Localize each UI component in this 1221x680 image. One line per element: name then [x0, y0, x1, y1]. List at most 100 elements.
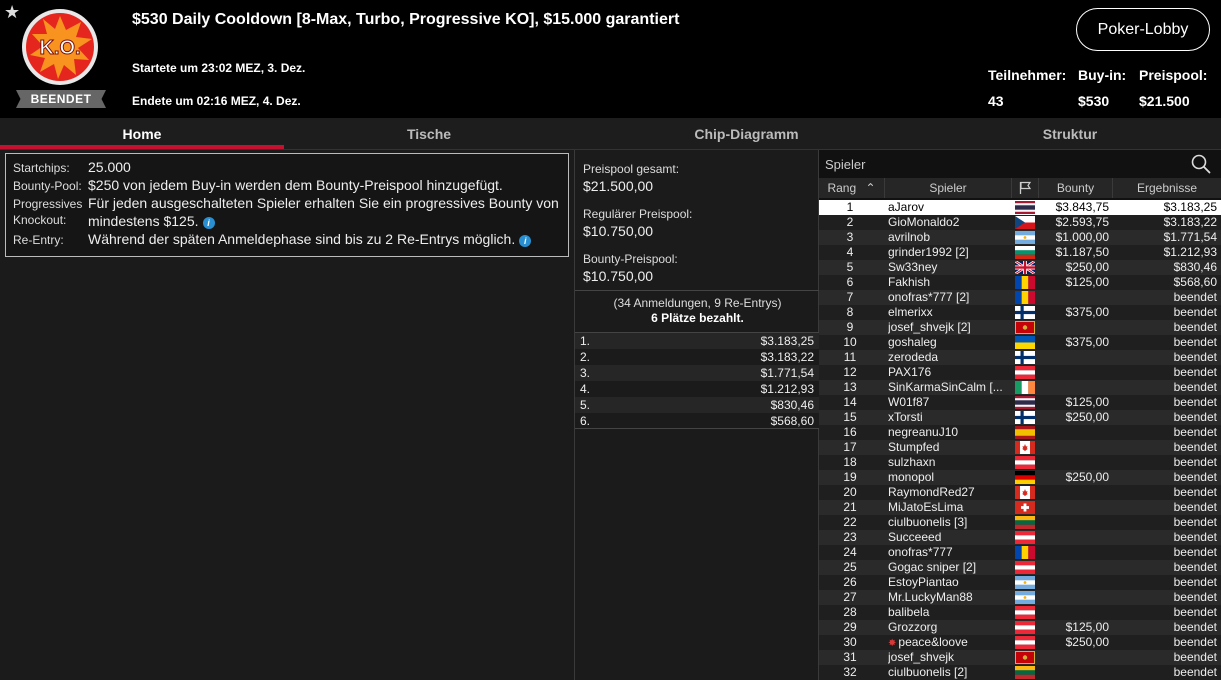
- status-badge: BEENDET: [16, 90, 106, 108]
- table-row[interactable]: 16 negreanuJ10 beendet: [819, 425, 1221, 440]
- prize-pool-panel: Preispool gesamt: $21.500,00 Regulärer P…: [574, 150, 820, 680]
- table-row[interactable]: 32 ciulbuonelis [2] beendet: [819, 665, 1221, 680]
- table-row[interactable]: 6 Fakhish $125,00 $568,60: [819, 275, 1221, 290]
- table-row[interactable]: 18 sulzhaxn beendet: [819, 455, 1221, 470]
- player-result: beendet: [1173, 590, 1217, 604]
- table-row[interactable]: 29 Grozzorg $125,00 beendet: [819, 620, 1221, 635]
- player-search-input[interactable]: [825, 154, 1185, 174]
- payout-amount: $1.771,54: [760, 366, 814, 380]
- payout-amount: $568,60: [770, 414, 814, 428]
- player-result: beendet: [1173, 485, 1217, 499]
- tab-chip-chart[interactable]: Chip-Diagramm: [574, 118, 919, 150]
- registrations-text: (34 Anmeldungen, 9 Re-Entrys): [613, 296, 782, 310]
- table-row[interactable]: 2 GioMonaldo2 $2.593,75 $3.183,22: [819, 215, 1221, 230]
- player-name: elmerixx: [888, 305, 933, 319]
- column-rank-label: Rang: [827, 181, 857, 195]
- table-row[interactable]: 24 onofras*777 beendet: [819, 545, 1221, 560]
- player-name: RaymondRed27: [888, 485, 975, 499]
- table-row[interactable]: 28 balibela beendet: [819, 605, 1221, 620]
- table-row[interactable]: 23 Succeeed beendet: [819, 530, 1221, 545]
- player-table-header: Rang ⌃ Spieler Bounty Ergebnisse: [819, 178, 1221, 198]
- table-row[interactable]: 4 grinder1992 [2] $1.187,50 $1.212,93: [819, 245, 1221, 260]
- info-label: Bounty-Pool:: [13, 179, 82, 193]
- table-row[interactable]: 7 onofras*777 [2] beendet: [819, 290, 1221, 305]
- tab-structure[interactable]: Struktur: [919, 118, 1221, 150]
- table-row[interactable]: 27 Mr.LuckyMan88 beendet: [819, 590, 1221, 605]
- column-flag[interactable]: [1012, 178, 1039, 198]
- table-row[interactable]: 30 ✸ peace&loove $250,00 beendet: [819, 635, 1221, 650]
- player-flag: [1015, 456, 1035, 469]
- player-bounty: $125,00: [1065, 620, 1109, 634]
- country-flag-icon: [1015, 531, 1035, 544]
- favorite-star-icon[interactable]: ★: [4, 2, 20, 22]
- country-flag-icon: [1015, 396, 1035, 409]
- table-row[interactable]: 14 W01f87 $125,00 beendet: [819, 395, 1221, 410]
- player-bounty: $1.000,00: [1055, 230, 1109, 244]
- knockout-badge-icon: K.O.: [22, 9, 98, 85]
- info-label: Progressives Knockout:: [13, 197, 83, 227]
- table-row[interactable]: 13 SinKarmaSinCalm [... beendet: [819, 380, 1221, 395]
- table-row[interactable]: 25 Gogac sniper [2] beendet: [819, 560, 1221, 575]
- table-row[interactable]: 19 monopol $250,00 beendet: [819, 470, 1221, 485]
- stat-label: Buy-in:: [1078, 67, 1127, 83]
- player-name-cell: MiJatoEsLima: [888, 500, 1012, 515]
- payout-row: 6. $568,60: [575, 413, 820, 429]
- tab-tables[interactable]: Tische: [284, 118, 574, 150]
- player-result: beendet: [1173, 665, 1217, 679]
- player-rank: 6: [846, 275, 854, 289]
- table-row[interactable]: 20 RaymondRed27 beendet: [819, 485, 1221, 500]
- player-flag: [1015, 516, 1035, 529]
- player-bounty: $250,00: [1065, 470, 1109, 484]
- column-player[interactable]: Spieler: [885, 178, 1012, 198]
- player-rank: 10: [843, 335, 857, 349]
- column-rank[interactable]: Rang ⌃: [819, 178, 885, 198]
- player-rank: 17: [843, 440, 857, 454]
- table-row[interactable]: 8 elmerixx $375,00 beendet: [819, 305, 1221, 320]
- info-row-startchips: Startchips: 25.000: [6, 158, 568, 176]
- info-icon[interactable]: i: [519, 235, 532, 247]
- sort-asc-icon: ⌃: [865, 181, 876, 195]
- player-name-cell: W01f87: [888, 395, 1012, 410]
- table-row[interactable]: 17 Stumpfed beendet: [819, 440, 1221, 455]
- column-bounty[interactable]: Bounty: [1039, 178, 1113, 198]
- payout-place: 4.: [580, 382, 591, 396]
- table-row[interactable]: 5 Sw33ney $250,00 $830,46: [819, 260, 1221, 275]
- player-rank: 5: [846, 260, 854, 274]
- player-result: beendet: [1173, 305, 1217, 319]
- search-icon[interactable]: [1191, 154, 1211, 174]
- poker-lobby-button[interactable]: Poker-Lobby: [1076, 8, 1210, 51]
- player-name-cell: Mr.LuckyMan88: [888, 590, 1012, 605]
- player-name: Gogac sniper [2]: [888, 560, 977, 574]
- player-name: Succeeed: [888, 530, 942, 544]
- country-flag-icon: [1015, 546, 1035, 559]
- table-row[interactable]: 12 PAX176 beendet: [819, 365, 1221, 380]
- info-row-reentry: Re-Entry: Während der späten Anmeldephas…: [6, 230, 568, 248]
- country-flag-icon: [1015, 651, 1035, 664]
- player-result: beendet: [1173, 575, 1217, 589]
- tournament-info-box: Startchips: 25.000 Bounty-Pool: $250 von…: [5, 153, 569, 257]
- player-result: beendet: [1173, 530, 1217, 544]
- table-row[interactable]: 22 ciulbuonelis [3] beendet: [819, 515, 1221, 530]
- info-value: 25.000: [88, 159, 131, 175]
- player-result: beendet: [1173, 425, 1217, 439]
- player-rank: 21: [843, 500, 857, 514]
- table-row[interactable]: 9 josef_shvejk [2] beendet: [819, 320, 1221, 335]
- player-result: beendet: [1173, 605, 1217, 619]
- payout-row: 3. $1.771,54: [575, 365, 820, 381]
- table-row[interactable]: 15 xTorsti $250,00 beendet: [819, 410, 1221, 425]
- country-flag-icon: [1015, 636, 1035, 649]
- table-row[interactable]: 3 avrilnob $1.000,00 $1.771,54: [819, 230, 1221, 245]
- table-row[interactable]: 31 josef_shvejk beendet: [819, 650, 1221, 665]
- player-name: ciulbuonelis [3]: [888, 515, 968, 529]
- table-row[interactable]: 21 MiJatoEsLima beendet: [819, 500, 1221, 515]
- column-results[interactable]: Ergebnisse: [1113, 178, 1221, 198]
- table-row[interactable]: 26 EstoyPiantao beendet: [819, 575, 1221, 590]
- table-row[interactable]: 10 goshaleg $375,00 beendet: [819, 335, 1221, 350]
- table-row[interactable]: 11 zerodeda beendet: [819, 350, 1221, 365]
- player-rank: 7: [846, 290, 854, 304]
- country-flag-icon: [1015, 276, 1035, 289]
- info-icon[interactable]: i: [202, 217, 215, 229]
- player-flag: [1015, 336, 1035, 349]
- places-paid-text: 6 Plätze bezahlt.: [651, 311, 744, 325]
- table-row[interactable]: 1 aJarov $3.843,75 $3.183,25: [819, 200, 1221, 215]
